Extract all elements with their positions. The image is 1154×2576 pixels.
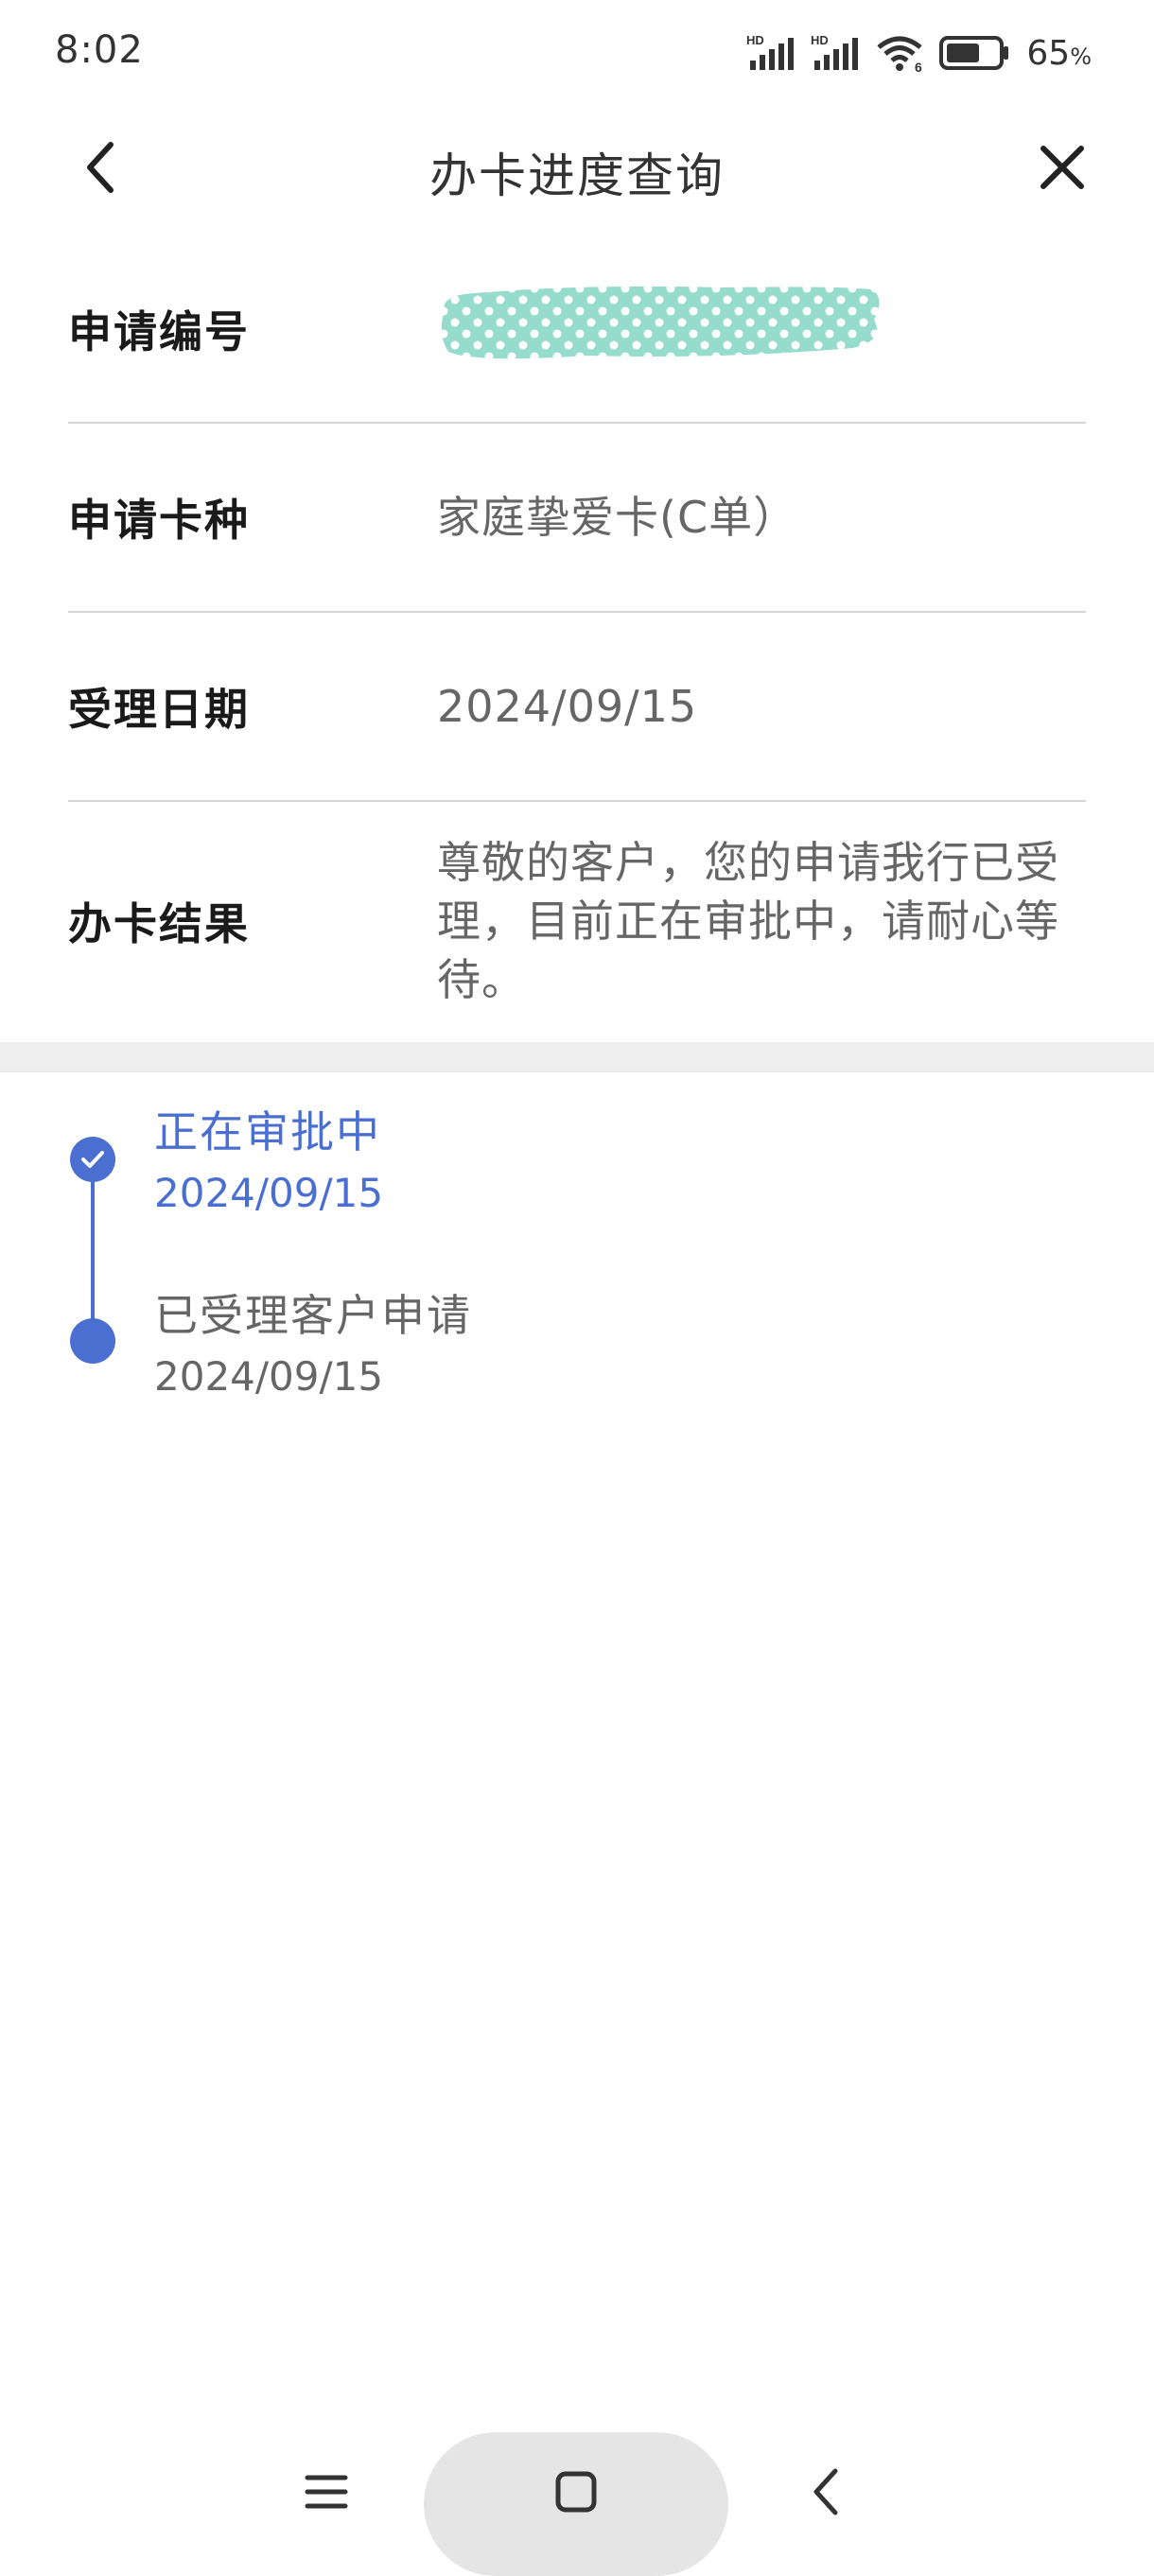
timeline-item: 正在审批中 2024/09/15 [154,1103,383,1220]
timeline-item-title: 已受理客户申请 [154,1290,472,1341]
card-type-label: 申请卡种 [68,495,250,546]
result-label: 办卡结果 [68,898,250,949]
timeline-connector [91,1157,95,1343]
svg-text:HD: HD [811,33,829,47]
signal-icon: HD [746,33,795,70]
close-button[interactable] [1029,134,1095,200]
svg-text:HD: HD [746,33,764,47]
recents-button[interactable] [293,2459,359,2525]
timeline-dot-active [70,1137,115,1182]
home-button[interactable] [424,2432,728,2576]
header: 办卡进度查询 [0,112,1154,225]
close-icon [1040,146,1084,189]
application-number-value [437,282,1086,377]
svg-text:6: 6 [915,60,922,74]
application-info-list: 申请编号 申请卡种 家庭挚爱卡(C单） 受理日期 2024/09/15 办卡结果… [68,236,1086,1040]
status-icons: HD HD 6 65% [746,32,1092,74]
status-bar: 8:02 HD HD 6 65% [0,0,1154,112]
accept-date-row: 受理日期 2024/09/15 [68,613,1086,802]
system-nav-bar [0,2421,1154,2576]
result-row: 办卡结果 尊敬的客户，您的申请我行已受理，目前正在审批中，请耐心等待。 [68,802,1086,1040]
wifi-icon: 6 [877,36,922,74]
application-number-row: 申请编号 [68,236,1086,424]
section-divider [0,1042,1154,1072]
home-icon [555,2471,597,2513]
application-number-label: 申请编号 [68,306,250,357]
signal-icon-2: HD [811,33,859,70]
battery-percent: 65% [1026,33,1092,73]
card-type-row: 申请卡种 家庭挚爱卡(C单） [68,424,1086,613]
page-title: 办卡进度查询 [429,148,725,203]
back-icon [813,2468,838,2515]
check-icon [81,1151,104,1168]
system-back-button[interactable] [793,2459,859,2525]
status-time: 8:02 [55,28,144,72]
timeline-item: 已受理客户申请 2024/09/15 [154,1286,472,1403]
progress-timeline: 正在审批中 2024/09/15 已受理客户申请 2024/09/15 [0,1072,1154,1470]
timeline-item-date: 2024/09/15 [154,1170,384,1216]
redaction-mask [441,286,880,358]
timeline-item-title: 正在审批中 [154,1106,381,1157]
timeline-dot [70,1318,115,1364]
battery-icon [939,36,1009,70]
menu-icon [305,2475,348,2509]
timeline-item-date: 2024/09/15 [154,1353,384,1400]
result-value: 尊敬的客户，您的申请我行已受理，目前正在审批中，请耐心等待。 [437,837,1059,1005]
accept-date-label: 受理日期 [68,684,250,735]
accept-date-value: 2024/09/15 [437,681,698,732]
card-type-value: 家庭挚爱卡(C单） [437,492,798,543]
